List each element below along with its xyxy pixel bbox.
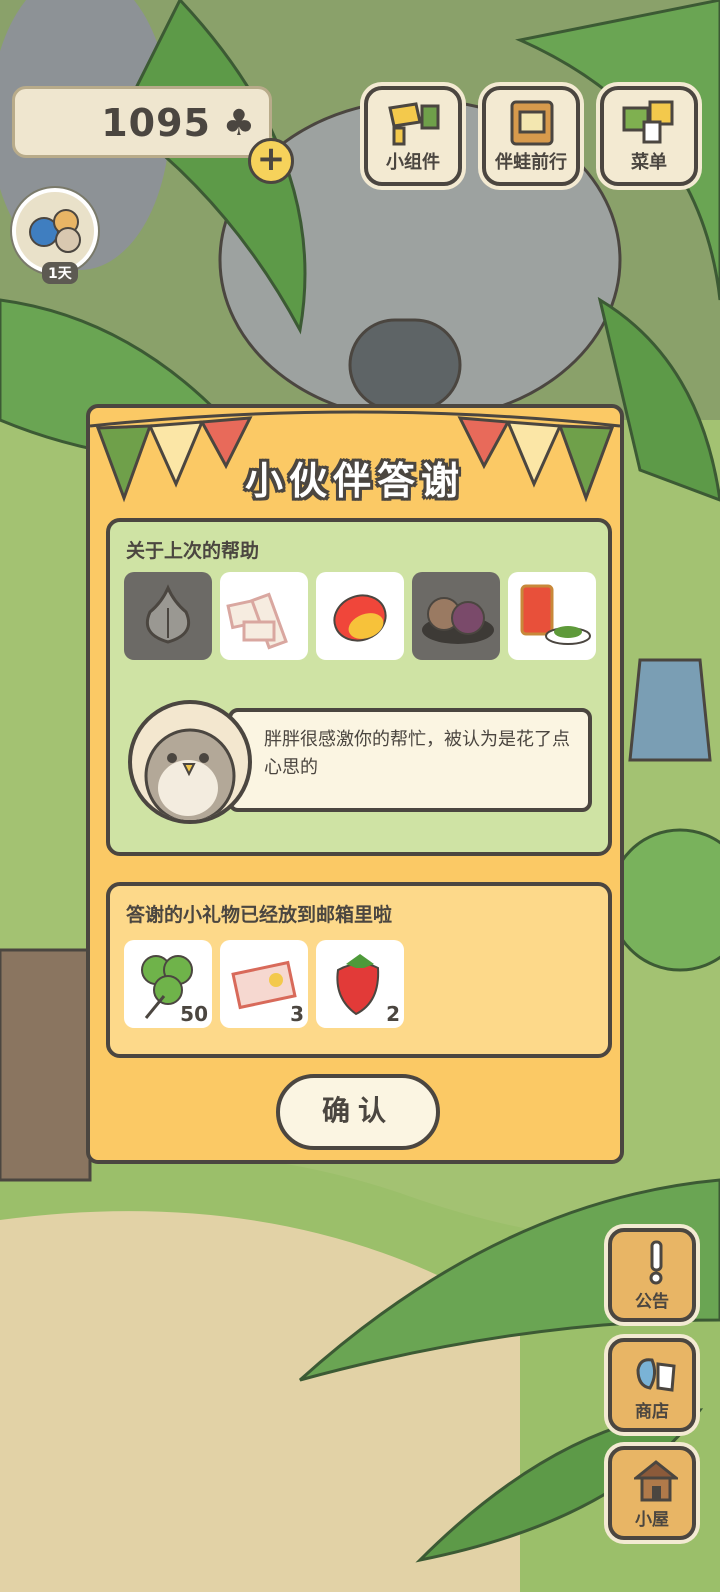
add-clover-button[interactable]: + <box>248 138 294 184</box>
nougat-candy-icon <box>220 572 308 660</box>
message-bubble: 胖胖很感激你的帮忙，被认为是花了点心思的 <box>228 708 592 812</box>
clover-gift-qty: 50 <box>180 1002 208 1026</box>
clover-counter: 1095 ♣ <box>12 86 272 158</box>
strawberry-gift-qty: 2 <box>386 1002 400 1026</box>
widget-button[interactable]: 小组件 <box>364 86 462 186</box>
frog-journey-icon <box>510 100 554 146</box>
help-header: 关于上次的帮助 <box>126 540 260 562</box>
gift-header: 答谢的小礼物已经放到邮箱里啦 <box>126 904 393 926</box>
menu-button[interactable]: 菜单 <box>600 86 698 186</box>
strawberry-gift: 2 <box>316 940 404 1028</box>
notice-icon <box>649 1240 663 1285</box>
visitor-icon <box>29 209 81 253</box>
confirm-button[interactable]: 确认 <box>276 1074 440 1150</box>
tea-can-icon <box>508 572 596 660</box>
thank-you-dialog: 小伙伴答谢 关于上次的帮助 胖胖很感激你的帮忙，被认为是花了点心思的 答谢的小礼… <box>86 404 624 1164</box>
help-items-row <box>124 572 596 660</box>
widget-icon <box>388 102 440 146</box>
frog-journey-button[interactable]: 伴蛙前行 <box>482 86 580 186</box>
clover-icon: ♣ <box>222 103 255 144</box>
visitor-avatar[interactable]: 1天 <box>12 188 98 284</box>
shop-button[interactable]: 商店 <box>608 1338 696 1432</box>
widget-button-label: 小组件 <box>386 152 440 173</box>
notice-button-label: 公告 <box>635 1292 669 1312</box>
shop-button-label: 商店 <box>635 1402 669 1422</box>
house-button-label: 小屋 <box>635 1510 669 1530</box>
taro-pastry-icon <box>412 572 500 660</box>
day-badge: 1天 <box>42 262 78 284</box>
shop-icon <box>636 1358 676 1392</box>
ticket-gift: 3 <box>220 940 308 1028</box>
clover-count: 1095 <box>101 101 211 145</box>
notice-button[interactable]: 公告 <box>608 1228 696 1322</box>
mango-icon <box>316 572 404 660</box>
dialog-title: 小伙伴答谢 <box>244 459 465 503</box>
gift-panel: 答谢的小礼物已经放到邮箱里啦 50 3 2 <box>106 882 612 1058</box>
house-button[interactable]: 小屋 <box>608 1446 696 1540</box>
gift-items-row: 50 3 2 <box>124 940 404 1028</box>
message-text: 胖胖很感激你的帮忙，被认为是花了点心思的 <box>264 729 570 778</box>
garlic-icon <box>124 572 212 660</box>
help-panel: 关于上次的帮助 胖胖很感激你的帮忙，被认为是花了点心思的 <box>106 518 612 856</box>
house-icon <box>634 1460 678 1502</box>
ticket-gift-qty: 3 <box>290 1002 304 1026</box>
menu-icon <box>622 100 674 144</box>
sparrow-portrait <box>128 700 252 824</box>
menu-button-label: 菜单 <box>631 152 667 173</box>
frog-journey-button-label: 伴蛙前行 <box>495 152 567 173</box>
clover-gift: 50 <box>124 940 212 1028</box>
